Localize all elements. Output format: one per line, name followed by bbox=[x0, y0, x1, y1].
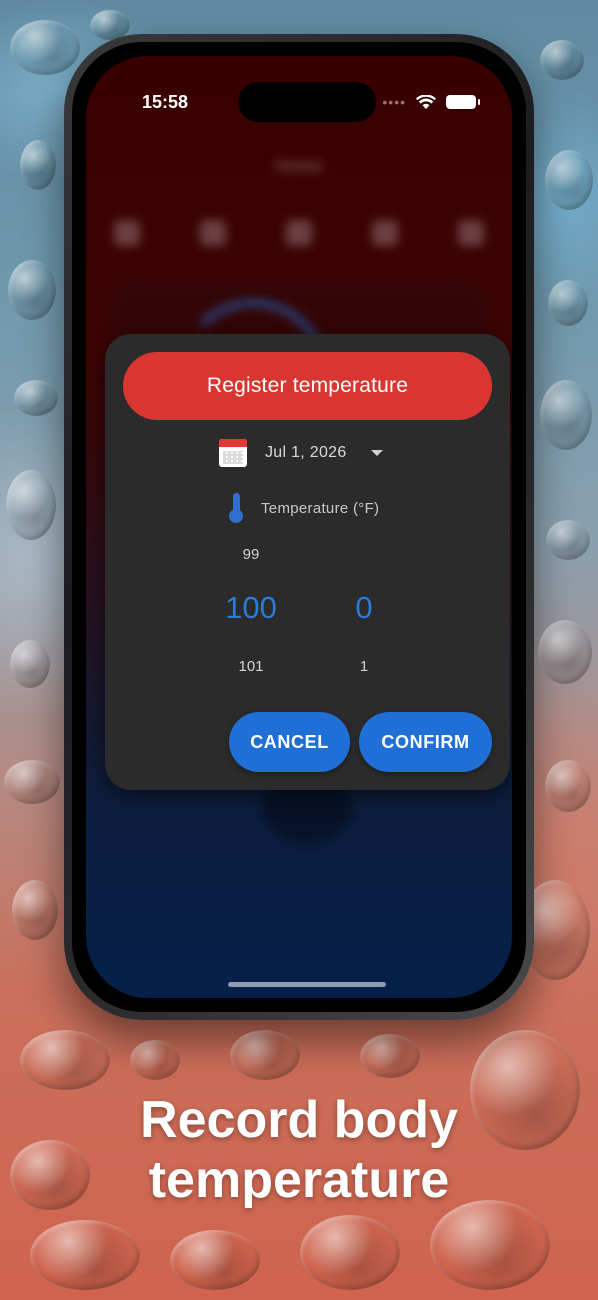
phone-bezel: Home 15:58 •••• Register temperature Jul… bbox=[72, 42, 526, 1012]
wifi-icon bbox=[416, 94, 436, 109]
temperature-label: Temperature (°F) bbox=[261, 499, 380, 517]
register-temperature-dialog: Register temperature Jul 1, 2026 Tempera… bbox=[105, 334, 510, 790]
caption-line-1: Record body bbox=[140, 1091, 458, 1149]
app-title: Home bbox=[274, 156, 323, 176]
grid-icon bbox=[286, 220, 312, 246]
calendar-icon bbox=[219, 439, 247, 467]
warning-icon bbox=[200, 220, 226, 246]
dialog-title: Register temperature bbox=[123, 352, 492, 420]
thermometer-icon bbox=[229, 493, 243, 523]
whole-picker-above[interactable]: 99 bbox=[221, 546, 281, 563]
date-value: Jul 1, 2026 bbox=[265, 444, 347, 461]
date-selector[interactable]: Jul 1, 2026 bbox=[219, 436, 383, 470]
home-icon bbox=[114, 220, 140, 246]
dynamic-island bbox=[238, 82, 376, 122]
temperature-label-row: Temperature (°F) bbox=[229, 492, 379, 524]
decimal-picker-below[interactable]: 1 bbox=[334, 658, 394, 675]
phone-screen: Home 15:58 •••• Register temperature Jul… bbox=[86, 56, 512, 998]
home-indicator[interactable] bbox=[228, 982, 386, 987]
phone-frame: Home 15:58 •••• Register temperature Jul… bbox=[64, 34, 534, 1020]
settings-icon bbox=[458, 220, 484, 246]
caption-line-2: temperature bbox=[148, 1151, 450, 1209]
person-icon bbox=[372, 220, 398, 246]
decimal-picker-selected[interactable]: 0 bbox=[334, 590, 394, 626]
status-time: 15:58 bbox=[142, 92, 189, 112]
battery-icon bbox=[446, 95, 480, 109]
dropdown-caret-icon bbox=[370, 450, 383, 456]
status-icons: •••• bbox=[382, 94, 480, 110]
confirm-button[interactable]: CONFIRM bbox=[359, 712, 492, 772]
blurred-nav-row bbox=[114, 220, 484, 246]
promo-caption: Record body temperature bbox=[0, 1090, 598, 1210]
signal-icon: •••• bbox=[382, 94, 406, 110]
whole-picker-selected[interactable]: 100 bbox=[211, 590, 291, 626]
whole-picker-below[interactable]: 101 bbox=[221, 658, 281, 675]
cancel-button[interactable]: CANCEL bbox=[229, 712, 350, 772]
